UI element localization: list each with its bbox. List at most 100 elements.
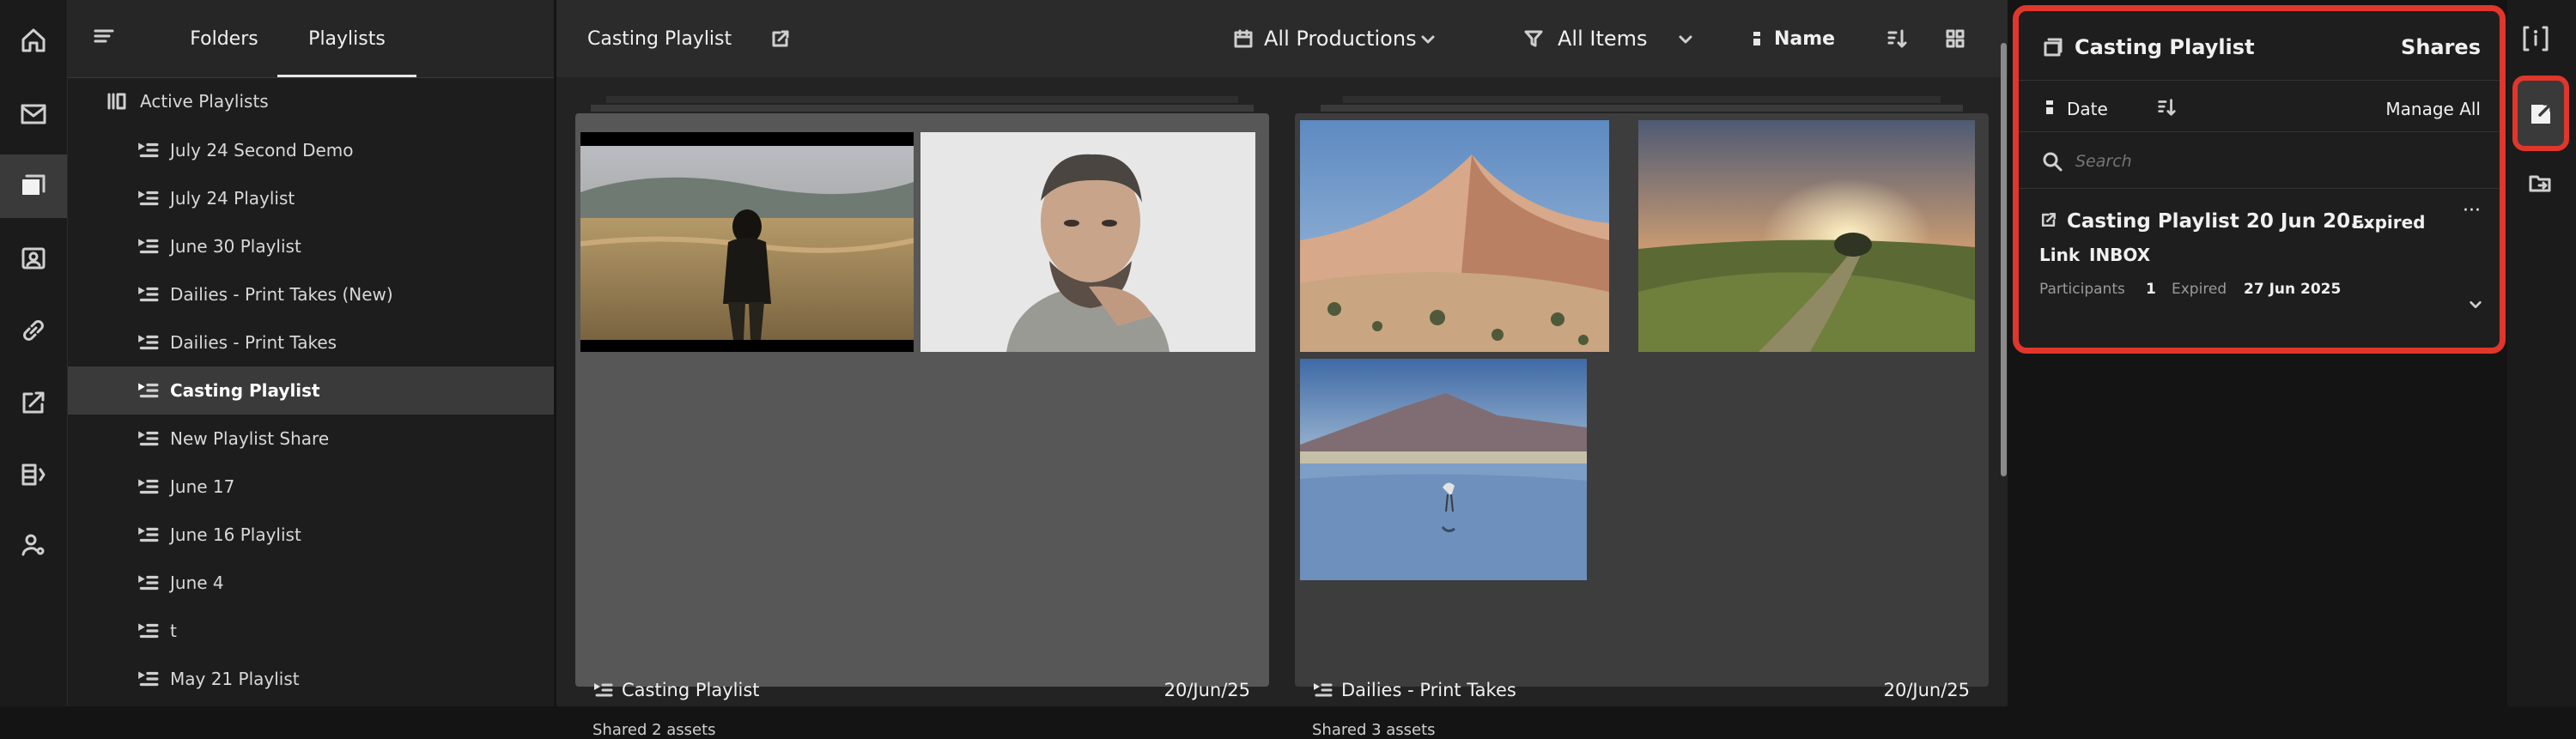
expired-label: Expired xyxy=(2172,281,2227,298)
card-date: 20/Jun/25 xyxy=(1883,680,1970,700)
thumbnail-sunset xyxy=(1638,120,1975,352)
playlist-icon xyxy=(1314,683,1333,697)
chevron-down-icon xyxy=(1679,35,1692,44)
search-icon xyxy=(2043,152,2063,172)
playlist-item-label: July 24 Second Demo xyxy=(170,140,354,161)
folder-move-icon xyxy=(2529,175,2551,192)
productions-filter-label: All Productions xyxy=(1264,27,1417,51)
playlist-item[interactable]: June 4 xyxy=(68,559,554,607)
grid-view-icon xyxy=(1946,29,1965,48)
playlist-item[interactable]: June 17 xyxy=(68,463,554,511)
shares-button[interactable] xyxy=(9,378,58,427)
chevron-down-icon xyxy=(1421,35,1435,44)
tab-folders[interactable]: Folders xyxy=(171,0,277,77)
shares-search[interactable] xyxy=(2036,140,2482,183)
filter-icon xyxy=(1524,30,1543,47)
sort-descending-icon[interactable] xyxy=(2156,97,2177,118)
playlist-card-casting[interactable]: Casting Playlist 20/Jun/25 Shared 2 asse… xyxy=(575,96,1269,739)
right-tool-rail xyxy=(2507,0,2576,706)
shares-tab[interactable]: Shares xyxy=(2401,35,2481,59)
playlist-box-icon xyxy=(2044,38,2063,57)
playlist-item-label: July 24 Playlist xyxy=(170,188,295,209)
sort-descending-icon xyxy=(1887,29,1907,48)
shares-panel-button[interactable] xyxy=(2512,76,2569,151)
share-icon xyxy=(22,391,45,414)
section-label: Active Playlists xyxy=(140,91,269,112)
tab-playlists[interactable]: Playlists xyxy=(277,0,416,77)
sort-direction-button[interactable] xyxy=(1886,27,1908,50)
main-content: Casting Playlist All Productions All Ite… xyxy=(556,0,2008,739)
playlist-icon xyxy=(138,287,159,302)
playlist-item-label: New Playlist Share xyxy=(170,428,330,449)
thumbnail-dunes xyxy=(1300,120,1609,352)
items-filter-label: All Items xyxy=(1558,27,1648,51)
app-nav-rail xyxy=(0,0,67,706)
playlist-item[interactable]: Casting Playlist xyxy=(68,366,554,415)
participants-label: Participants xyxy=(2039,281,2125,298)
inbox-button[interactable] xyxy=(9,89,58,139)
divider xyxy=(2019,131,2500,132)
more-options-button[interactable]: ··· xyxy=(2463,200,2481,221)
link-icon xyxy=(23,320,44,341)
sidebar-menu-button[interactable] xyxy=(92,26,116,50)
card-subtitle: Shared 3 assets xyxy=(1312,721,1436,739)
playlist-item[interactable]: June 16 Playlist xyxy=(68,511,554,559)
playlist-icon xyxy=(138,239,159,254)
playlist-item[interactable]: July 24 Second Demo xyxy=(68,126,554,174)
move-to-folder-button[interactable] xyxy=(2528,170,2554,196)
sort-date-label: Date xyxy=(2067,99,2108,119)
playlist-card-dailies[interactable]: Dailies - Print Takes 20/Jun/25 Shared 3… xyxy=(1295,96,1989,739)
playlist-item[interactable]: t xyxy=(68,607,554,655)
links-button[interactable] xyxy=(9,306,58,355)
playlist-item-label: June 30 Playlist xyxy=(170,236,301,257)
sidebar-header: Folders Playlists xyxy=(68,0,554,78)
open-external-button[interactable] xyxy=(769,27,792,50)
sort-name-button[interactable]: Name xyxy=(1748,0,1843,77)
playlist-item-label: Casting Playlist xyxy=(170,380,320,401)
playlist-item-label: May 21 Playlist xyxy=(170,669,300,689)
grid-view-button[interactable] xyxy=(1944,27,1966,50)
items-filter[interactable]: All Items xyxy=(1523,0,1704,77)
card-subtitle: Shared 2 assets xyxy=(592,721,716,739)
playlist-item[interactable]: Dailies - Print Takes xyxy=(68,318,554,366)
manage-all-button[interactable]: Manage All xyxy=(2385,99,2481,119)
home-button[interactable] xyxy=(9,15,58,65)
sort-date-button[interactable]: Date xyxy=(2043,94,2137,123)
playlists-button[interactable] xyxy=(0,154,67,218)
share-item[interactable]: Casting Playlist 20 Jun 20... Expired ··… xyxy=(2019,191,2500,320)
main-scrollbar[interactable] xyxy=(2001,43,2007,476)
info-panel-button[interactable] xyxy=(2521,24,2550,53)
chevron-down-icon[interactable] xyxy=(2469,298,2482,312)
playlists-sidebar: Folders Playlists Active Playlists July … xyxy=(67,0,554,706)
playlist-icon xyxy=(138,623,159,639)
user-settings-button[interactable] xyxy=(9,520,58,570)
list-menu-icon xyxy=(94,29,114,43)
playlist-item[interactable]: July 24 Playlist xyxy=(68,174,554,222)
compare-button[interactable] xyxy=(9,450,58,500)
playlist-item-label: June 4 xyxy=(170,572,224,593)
playlist-item[interactable]: Dailies - Print Takes (New) xyxy=(68,270,554,318)
card-stack-edge xyxy=(591,105,1254,112)
playlist-item[interactable]: May 21 Playlist xyxy=(68,655,554,703)
playlist-item[interactable]: New Playlist Share xyxy=(68,415,554,463)
search-input[interactable] xyxy=(2074,147,2472,176)
playlist-item[interactable]: June 30 Playlist xyxy=(68,222,554,270)
productions-filter[interactable]: All Productions xyxy=(1233,0,1473,77)
playlist-item-label: t xyxy=(170,621,177,641)
card-body xyxy=(1295,113,1989,687)
share-name: Casting Playlist 20 Jun 20... xyxy=(2067,210,2373,233)
contacts-button[interactable] xyxy=(9,233,58,283)
tab-folders-label: Folders xyxy=(190,27,258,50)
page-title: Casting Playlist xyxy=(587,27,732,50)
playlist-icon xyxy=(594,683,613,697)
shares-panel-title: Casting Playlist xyxy=(2075,35,2255,59)
user-settings-icon xyxy=(21,534,45,556)
contacts-icon xyxy=(21,247,46,270)
card-body xyxy=(575,113,1269,687)
playlists-icon xyxy=(22,174,46,195)
expired-date: 27 Jun 2025 xyxy=(2244,281,2342,298)
section-active-playlists[interactable]: Active Playlists xyxy=(68,77,554,125)
playlist-item-label: June 16 Playlist xyxy=(170,524,301,545)
participants-count: 1 xyxy=(2146,281,2156,298)
playlist-item-label: June 17 xyxy=(170,476,235,497)
